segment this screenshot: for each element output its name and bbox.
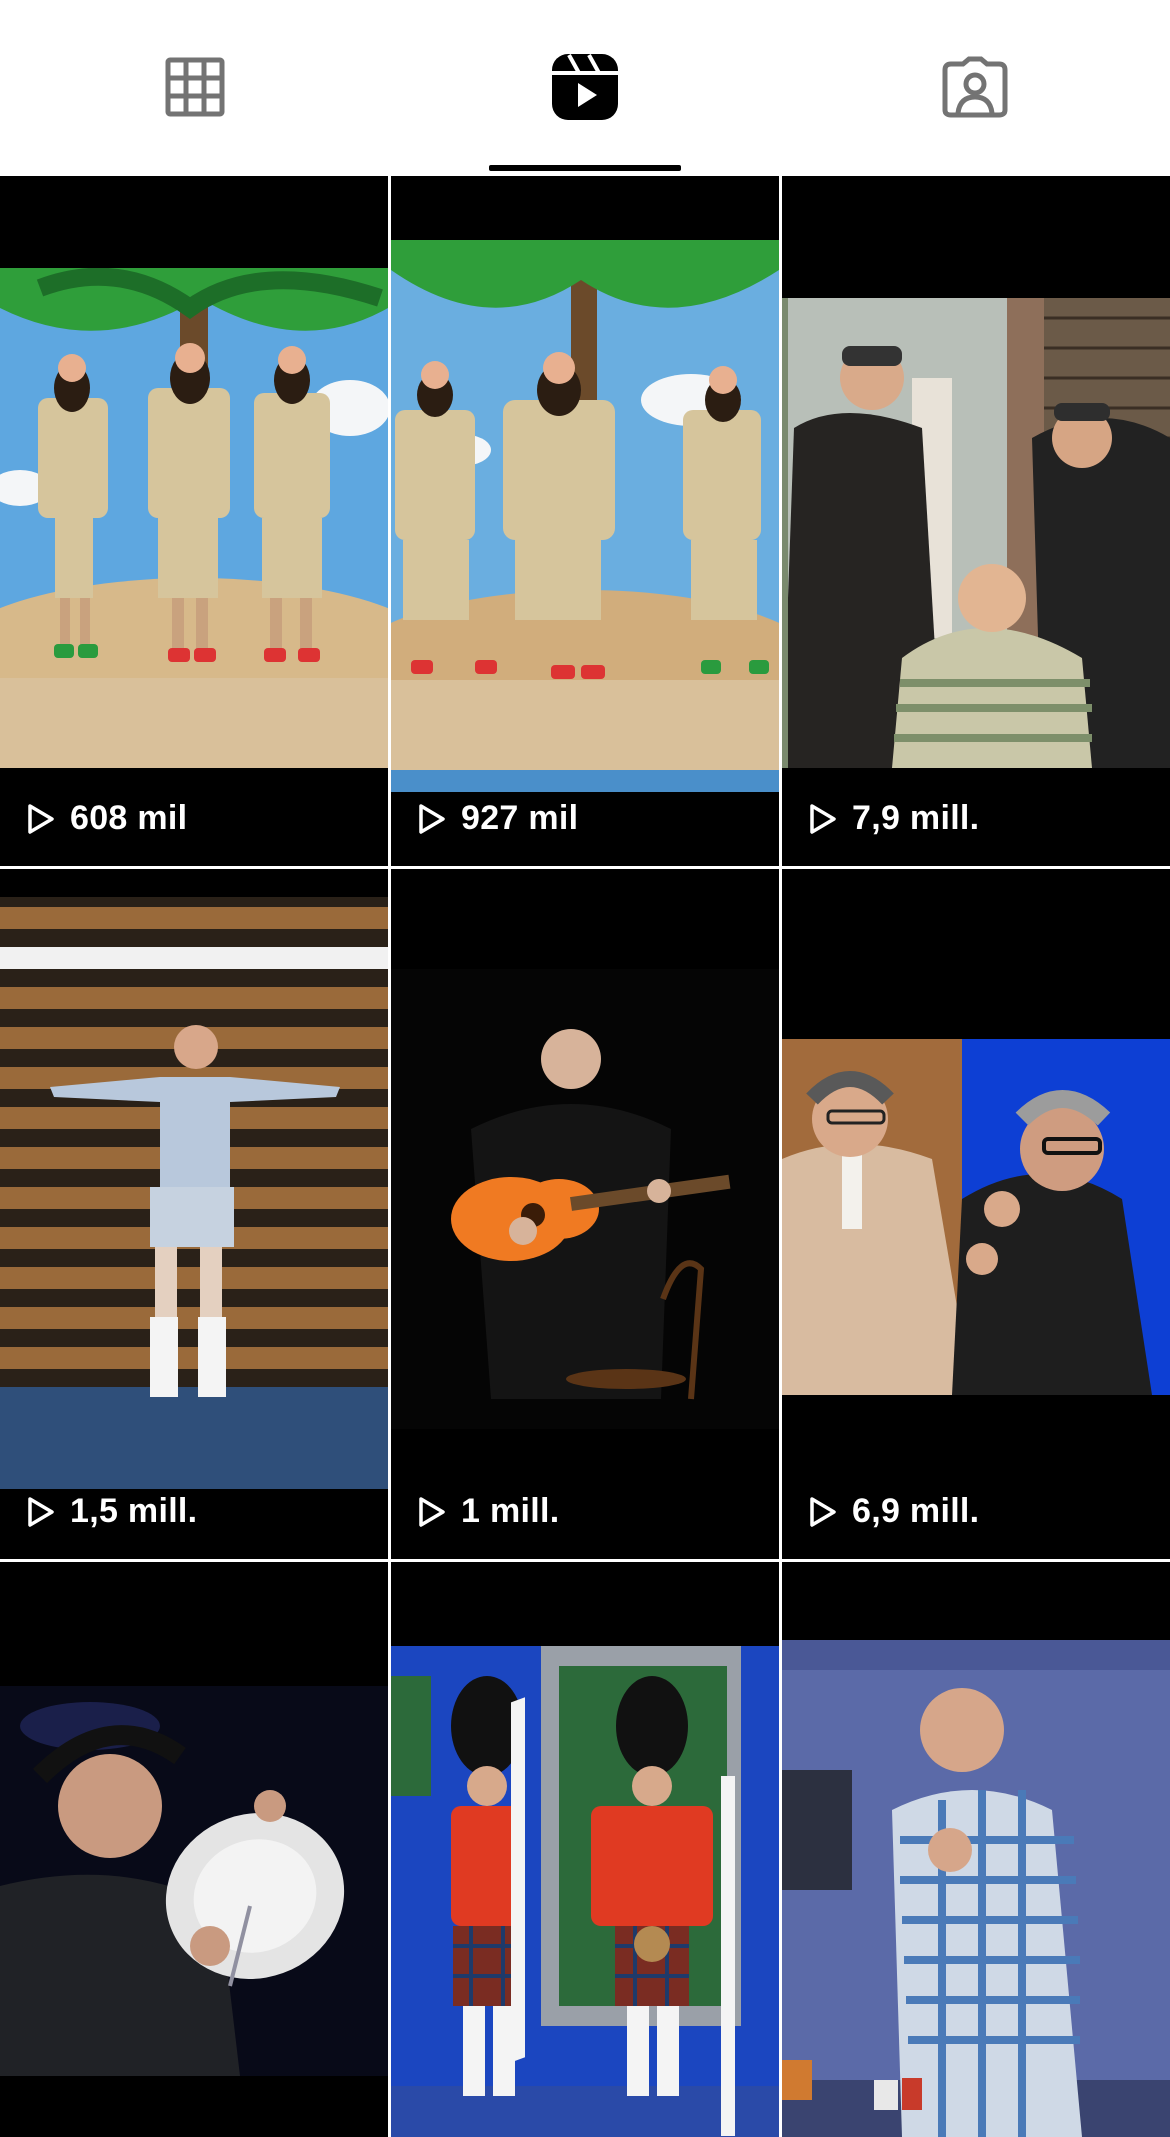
grid-tab[interactable] [0,0,390,174]
view-count: 7,9 mill. [808,799,979,838]
view-count: 6,9 mill. [808,1492,979,1531]
view-count: 927 mil [417,799,578,838]
reel-thumbnail [391,969,779,1429]
play-icon [810,803,836,834]
grid-icon [165,57,225,117]
reel-item[interactable] [0,1562,388,2137]
reel-thumbnail [0,897,388,1489]
reel-item[interactable] [391,1562,779,2137]
reel-thumbnail [782,298,1170,768]
reel-thumbnail [391,1646,779,2137]
play-icon [28,1496,54,1527]
play-icon [28,803,54,834]
tagged-person-icon [942,56,1008,118]
reel-thumbnail [782,1039,1170,1395]
profile-tab-bar [0,0,1170,174]
play-icon [419,1496,445,1527]
reel-thumbnail [391,240,779,792]
reel-item[interactable]: 1 mill. [391,869,779,1559]
reel-thumbnail [782,1640,1170,2137]
tagged-tab[interactable] [780,0,1170,174]
reel-item[interactable]: 7,9 mill. [782,176,1170,866]
view-count: 1,5 mill. [26,1492,197,1531]
reels-grid: 608 mil 927 mil 7,9 mill. 1,5 mill. 1 mi… [0,174,1170,2137]
reels-icon [552,54,618,120]
reel-thumbnail [0,268,388,768]
play-icon [419,803,445,834]
view-count: 1 mill. [417,1492,559,1531]
play-icon [810,1496,836,1527]
reel-item[interactable]: 927 mil [391,176,779,866]
reel-item[interactable] [782,1562,1170,2137]
reels-tab[interactable] [390,0,780,174]
reel-item[interactable]: 6,9 mill. [782,869,1170,1559]
reel-item[interactable]: 608 mil [0,176,388,866]
active-tab-indicator [489,165,681,171]
reel-thumbnail [0,1686,388,2076]
view-count: 608 mil [26,799,187,838]
reel-item[interactable]: 1,5 mill. [0,869,388,1559]
